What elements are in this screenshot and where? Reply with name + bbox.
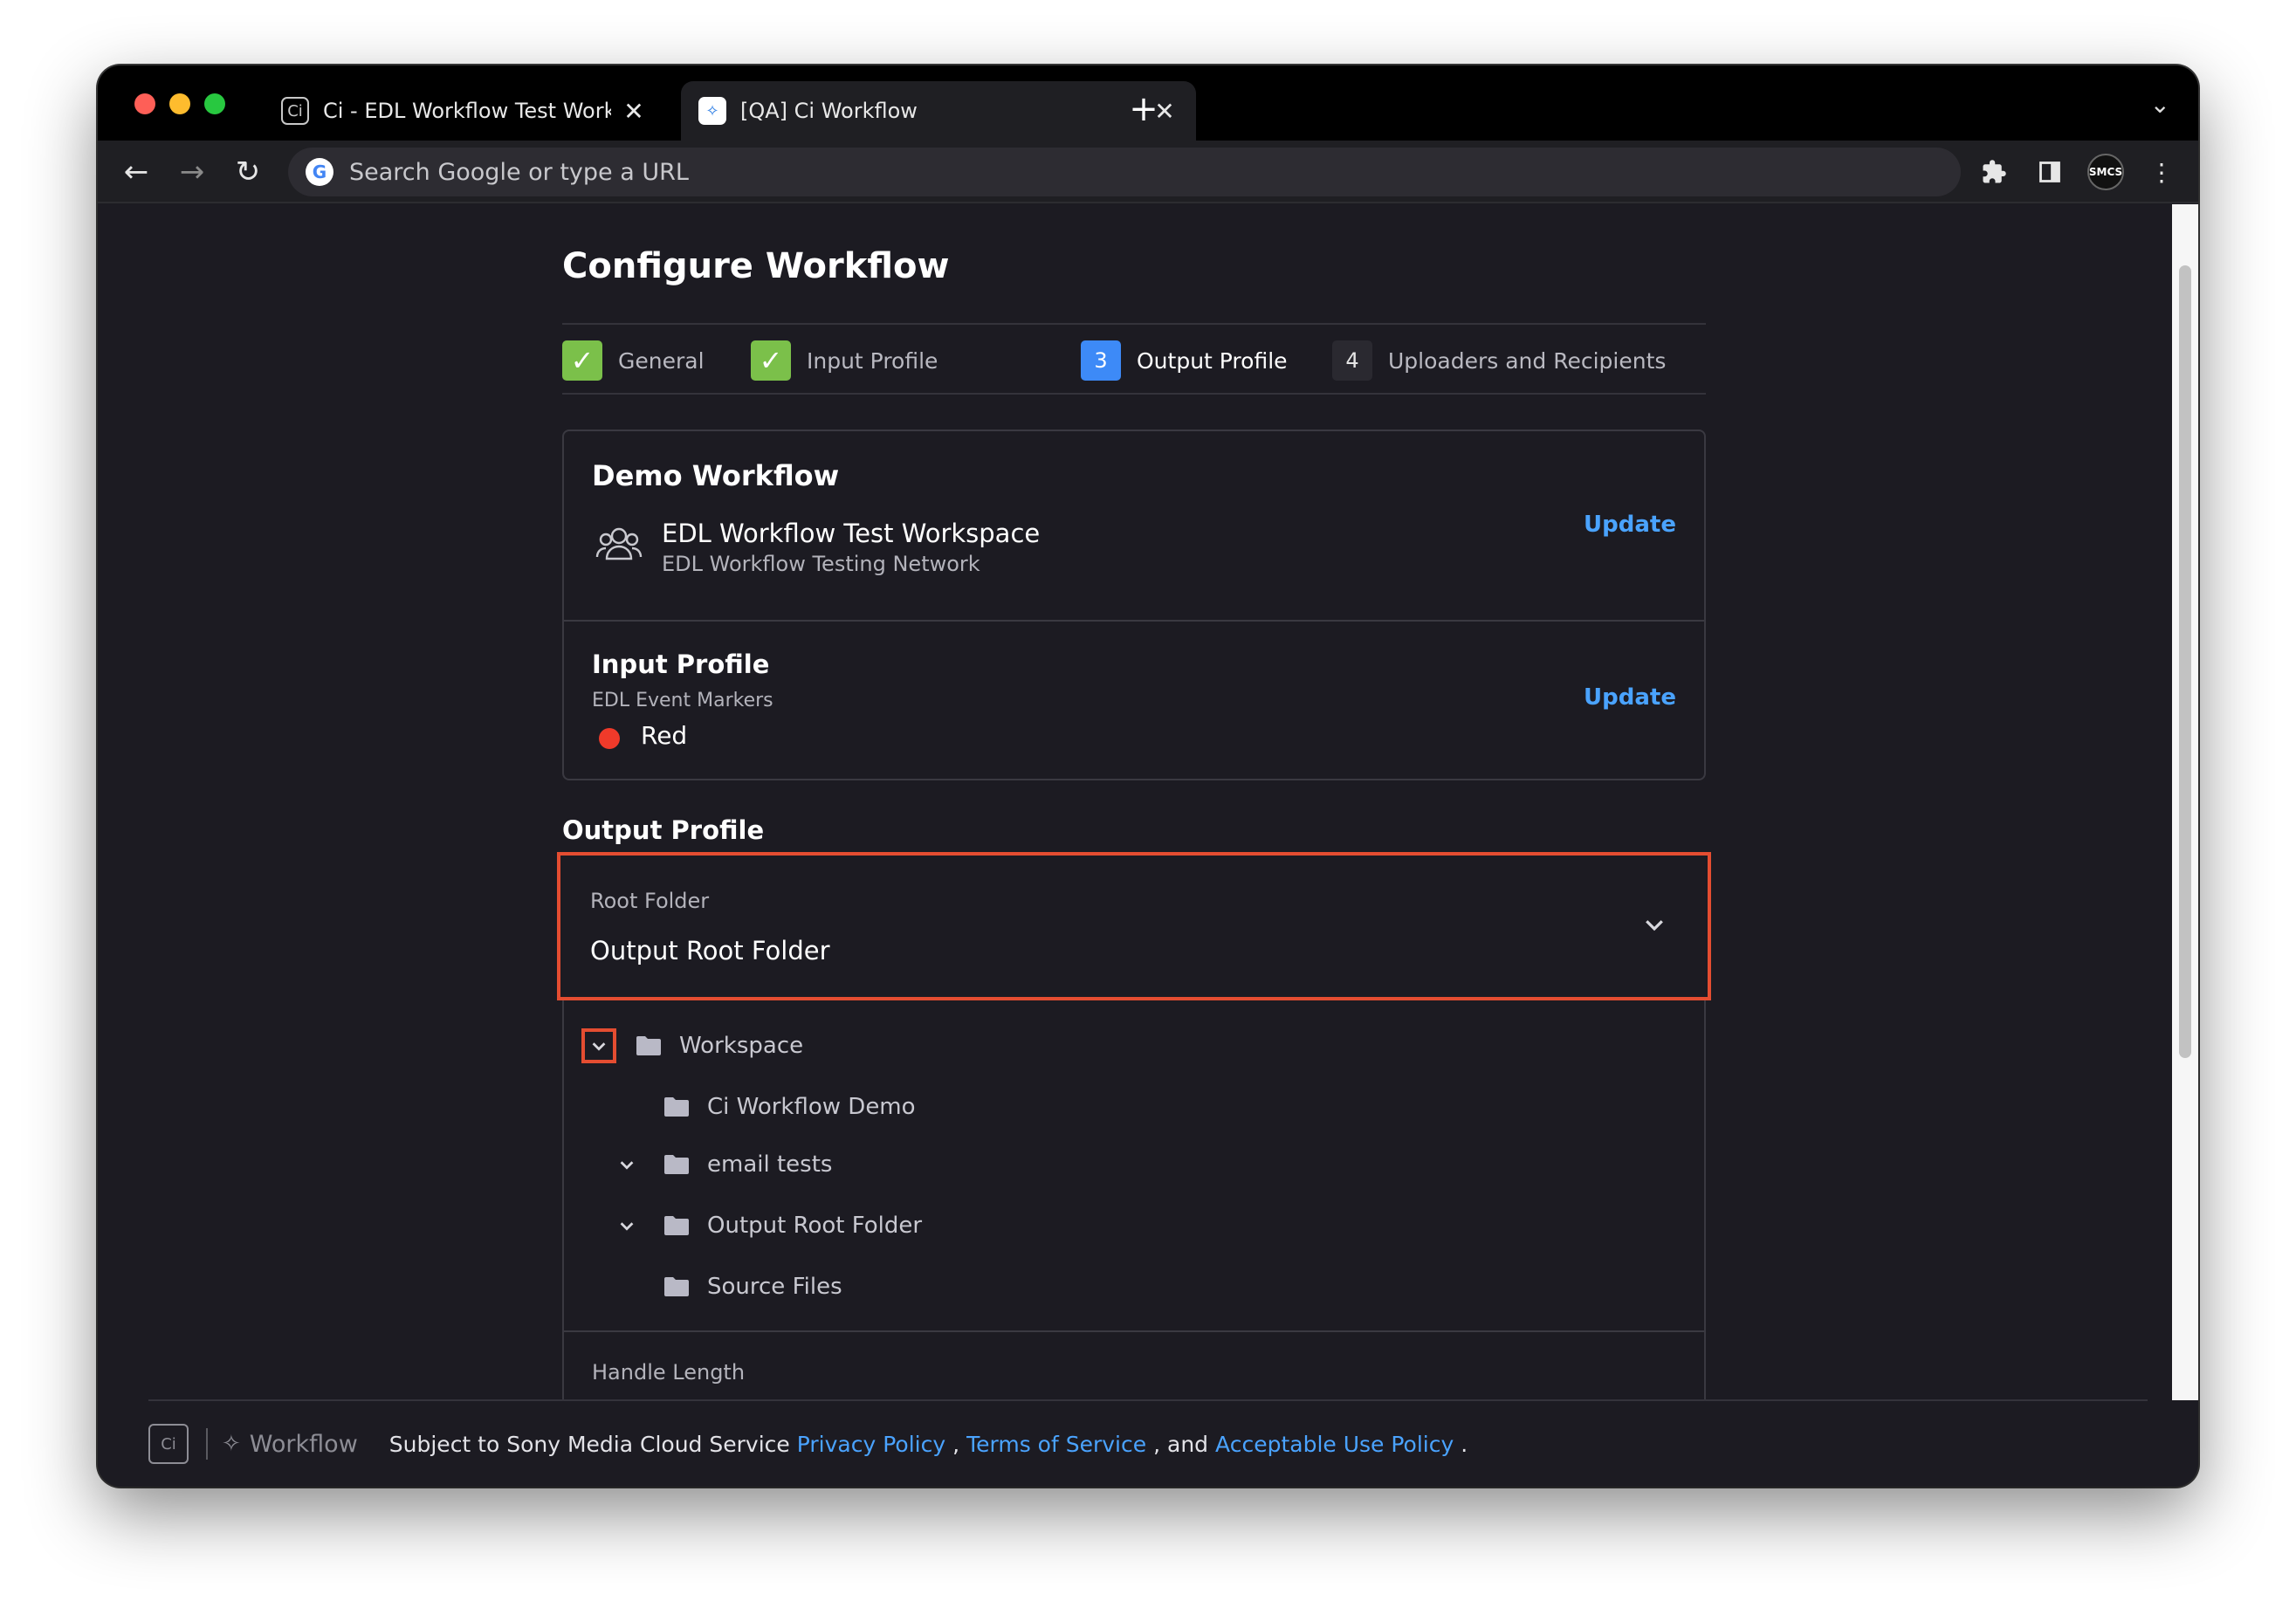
marker-color-name: Red xyxy=(641,721,688,750)
acceptable-use-policy-link[interactable]: Acceptable Use Policy xyxy=(1215,1432,1454,1457)
minimize-window-button[interactable] xyxy=(169,93,190,114)
tab-title: [QA] Ci Workflow xyxy=(740,99,918,123)
wizard-stepper: ✓ General ✓ Input Profile 3 Output Profi… xyxy=(562,323,1706,395)
page-footer: Ci ✧ Workflow Subject to Sony Media Clou… xyxy=(148,1399,2148,1487)
footer-comma: , xyxy=(952,1431,960,1457)
tree-item-label: Workspace xyxy=(679,1033,804,1059)
step-number-badge: 4 xyxy=(1332,340,1372,381)
tab-ci-workspace[interactable]: Ci Ci - EDL Workflow Test Worksp ✕ xyxy=(264,81,665,141)
avatar-badge: SMCS xyxy=(2087,154,2124,190)
page-viewport: Configure Workflow ✓ General ✓ Input Pro… xyxy=(98,204,2172,1487)
step-uploaders-recipients[interactable]: 4 Uploaders and Recipients xyxy=(1332,340,1666,381)
privacy-policy-link[interactable]: Privacy Policy xyxy=(797,1432,945,1457)
profile-avatar[interactable]: SMCS xyxy=(2086,153,2125,191)
update-workspace-link[interactable]: Update xyxy=(1584,512,1676,538)
close-window-button[interactable] xyxy=(134,93,155,114)
tab-strip: Ci Ci - EDL Workflow Test Worksp ✕ ✧ [QA… xyxy=(98,65,2198,141)
tree-item-ci-workflow-demo[interactable]: Ci Workflow Demo xyxy=(663,1086,916,1128)
network-name: EDL Workflow Testing Network xyxy=(662,552,980,576)
ci-logo-icon: Ci xyxy=(281,97,309,125)
forward-arrow-icon[interactable]: → xyxy=(171,151,213,193)
output-profile-heading: Output Profile xyxy=(562,815,765,845)
root-folder-label: Root Folder xyxy=(590,889,710,913)
maximize-window-button[interactable] xyxy=(204,93,225,114)
folder-icon xyxy=(664,1277,689,1296)
footer-legal-text: Subject to Sony Media Cloud Service xyxy=(388,1431,790,1457)
close-tab-icon[interactable]: ✕ xyxy=(620,97,648,126)
step-label: Output Profile xyxy=(1137,347,1288,374)
address-placeholder: Search Google or type a URL xyxy=(349,158,689,186)
step-input-profile[interactable]: ✓ Input Profile xyxy=(751,340,938,381)
tree-item-source-files[interactable]: Source Files xyxy=(663,1266,842,1308)
browser-toolbar: ← → ↻ G Search Google or type a URL SMCS… xyxy=(98,141,2198,203)
step-label: Uploaders and Recipients xyxy=(1388,347,1667,374)
expand-email-tests-chevron-icon[interactable] xyxy=(609,1147,644,1182)
new-tab-plus-icon[interactable]: + xyxy=(1119,85,1168,134)
check-icon: ✓ xyxy=(562,340,602,381)
workflow-logo-icon: ✧ xyxy=(222,1431,241,1457)
tree-item-label: Output Root Folder xyxy=(707,1213,923,1239)
side-panel-icon[interactable] xyxy=(2031,153,2069,191)
step-output-profile[interactable]: 3 Output Profile xyxy=(1081,340,1288,381)
folder-icon xyxy=(664,1216,689,1235)
workflow-name: Demo Workflow xyxy=(592,459,840,492)
folder-icon xyxy=(664,1155,689,1174)
reload-icon[interactable]: ↻ xyxy=(227,151,269,193)
back-arrow-icon[interactable]: ← xyxy=(115,151,157,193)
folder-icon xyxy=(636,1036,661,1055)
page-scrollbar[interactable] xyxy=(2172,204,2198,1400)
step-label: General xyxy=(618,347,705,374)
input-profile-title: Input Profile xyxy=(592,649,770,679)
footer-divider xyxy=(206,1428,208,1460)
users-group-icon xyxy=(595,524,643,564)
terms-of-service-link[interactable]: Terms of Service xyxy=(966,1432,1146,1457)
kebab-menu-icon[interactable]: ⋮ xyxy=(2142,153,2181,191)
chevron-down-icon xyxy=(1646,920,1663,931)
tab-title: Ci - EDL Workflow Test Worksp xyxy=(323,99,611,123)
update-input-profile-link[interactable]: Update xyxy=(1584,684,1676,711)
check-icon: ✓ xyxy=(751,340,791,381)
address-bar[interactable]: G Search Google or type a URL xyxy=(288,148,1961,196)
step-label: Input Profile xyxy=(807,347,938,374)
tree-item-email-tests[interactable]: email tests xyxy=(663,1144,832,1185)
ci-logo-icon: Ci xyxy=(148,1424,189,1464)
footer-period: . xyxy=(1461,1431,1468,1457)
input-profile-subtitle: EDL Event Markers xyxy=(592,690,773,711)
marker-color-dot xyxy=(599,728,620,749)
footer-workflow-label: Workflow xyxy=(249,1430,358,1458)
tree-item-label: Ci Workflow Demo xyxy=(707,1094,916,1120)
tree-item-output-root-folder[interactable]: Output Root Folder xyxy=(663,1205,922,1247)
scrollbar-thumb[interactable] xyxy=(2179,265,2191,1058)
footer-and: , and xyxy=(1153,1431,1209,1457)
google-icon: G xyxy=(306,158,333,186)
step-number-badge: 3 xyxy=(1081,340,1121,381)
workflow-summary: Demo Workflow EDL Workflow Test Workspac… xyxy=(564,431,1704,622)
root-folder-select[interactable]: Root Folder Output Root Folder xyxy=(557,852,1711,1000)
summary-card: Demo Workflow EDL Workflow Test Workspac… xyxy=(562,430,1706,780)
expand-workspace-chevron-icon[interactable] xyxy=(581,1028,616,1063)
tree-item-workspace[interactable]: Workspace xyxy=(636,1025,803,1067)
root-folder-value: Output Root Folder xyxy=(590,936,830,966)
workspace-name: EDL Workflow Test Workspace xyxy=(662,519,1041,548)
workflow-logo-icon: ✧ xyxy=(698,97,726,125)
browser-window: Ci Ci - EDL Workflow Test Worksp ✕ ✧ [QA… xyxy=(98,65,2198,1487)
folder-tree: Workspace Ci Workflow Demo email tests O… xyxy=(562,1000,1706,1332)
step-general[interactable]: ✓ General xyxy=(562,340,705,381)
handle-length-label: Handle Length xyxy=(592,1360,746,1385)
folder-icon xyxy=(664,1097,689,1117)
tree-item-label: email tests xyxy=(707,1151,833,1178)
page-title: Configure Workflow xyxy=(562,246,950,286)
tab-search-chevron-icon[interactable]: ⌄ xyxy=(2150,90,2170,119)
expand-output-root-chevron-icon[interactable] xyxy=(609,1208,644,1243)
extensions-puzzle-icon[interactable] xyxy=(1975,153,2013,191)
tree-item-label: Source Files xyxy=(707,1274,842,1300)
